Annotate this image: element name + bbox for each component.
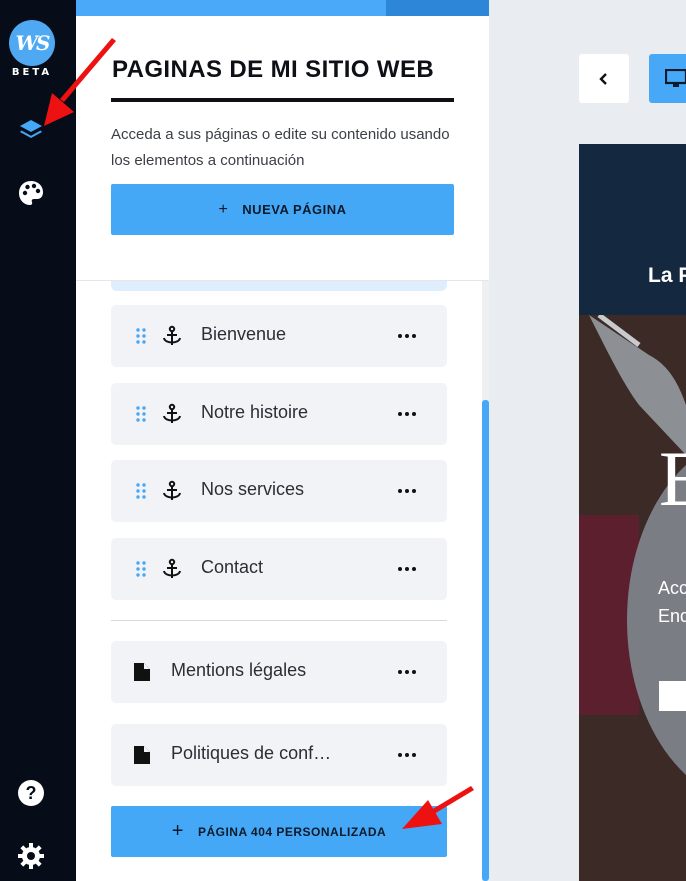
list-separator	[111, 620, 447, 621]
desktop-icon	[665, 69, 686, 87]
hero-text-line: End	[658, 606, 686, 626]
back-button[interactable]	[579, 54, 629, 103]
panel-description: Acceda a sus páginas o edite su contenid…	[111, 126, 450, 169]
site-preview[interactable]: La P E Acc End	[579, 144, 686, 881]
drag-handle-icon[interactable]	[135, 483, 147, 499]
list-item-partial[interactable]	[111, 281, 447, 291]
new-page-label: NUEVA PÁGINA	[242, 202, 347, 217]
panel-title: PAGINAS DE MI SITIO WEB	[112, 56, 435, 83]
custom-404-page-button[interactable]: + PÁGINA 404 PERSONALIZADA	[111, 806, 447, 857]
scrollbar-thumb[interactable]	[482, 400, 489, 881]
page-row-anchor[interactable]: Bienvenue	[111, 305, 447, 367]
title-underline	[111, 98, 454, 102]
layers-icon[interactable]	[13, 112, 49, 148]
panel-top-bar-accent	[386, 0, 489, 16]
page-row-label: Contact	[201, 557, 264, 577]
hero-text-line: Acc	[658, 578, 686, 598]
hero-button[interactable]	[659, 681, 686, 711]
more-options-icon[interactable]	[387, 558, 427, 580]
more-options-icon[interactable]	[387, 480, 427, 502]
new-page-button[interactable]: + NUEVA PÁGINA	[111, 184, 454, 235]
anchor-icon	[163, 403, 181, 423]
anchor-icon	[163, 558, 181, 578]
page-row-label: Notre histoire	[201, 402, 309, 422]
help-icon[interactable]: ?	[13, 775, 49, 811]
more-options-icon[interactable]	[387, 744, 427, 766]
plus-icon: +	[218, 200, 229, 218]
more-options-icon[interactable]	[387, 403, 427, 425]
logo-text: WS	[15, 31, 51, 55]
drag-handle-icon[interactable]	[135, 561, 147, 577]
page-row-label: Bienvenue	[201, 324, 287, 344]
more-options-icon[interactable]	[387, 661, 427, 683]
document-icon	[134, 746, 150, 764]
desktop-view-button[interactable]	[649, 54, 686, 103]
beta-label: BETA	[11, 67, 53, 78]
page-row-anchor[interactable]: Notre histoire	[111, 383, 447, 445]
anchor-icon	[163, 325, 181, 345]
palette-icon[interactable]	[13, 175, 49, 211]
drag-handle-icon[interactable]	[135, 406, 147, 422]
page-row-static[interactable]: Mentions légales	[111, 641, 447, 703]
settings-icon[interactable]	[13, 838, 49, 874]
page-row-label: Politiques de conf…	[171, 743, 332, 763]
document-icon	[134, 663, 150, 681]
svg-text:?: ?	[26, 783, 37, 803]
page-row-static[interactable]: Politiques de conf…	[111, 724, 447, 786]
app-logo[interactable]: WS	[9, 20, 55, 66]
drag-handle-icon[interactable]	[135, 328, 147, 344]
hero-heading: E	[659, 435, 686, 522]
page-row-label: Mentions légales	[171, 660, 307, 680]
custom-404-label: PÁGINA 404 PERSONALIZADA	[197, 824, 387, 839]
page-row-label: Nos services	[201, 479, 305, 499]
page-row-anchor[interactable]: Nos services	[111, 460, 447, 522]
chevron-left-icon	[599, 72, 607, 85]
site-title: La P	[648, 264, 686, 287]
more-options-icon[interactable]	[387, 325, 427, 347]
anchor-icon	[163, 480, 181, 500]
page-row-anchor[interactable]: Contact	[111, 538, 447, 600]
plus-icon: +	[171, 820, 184, 842]
